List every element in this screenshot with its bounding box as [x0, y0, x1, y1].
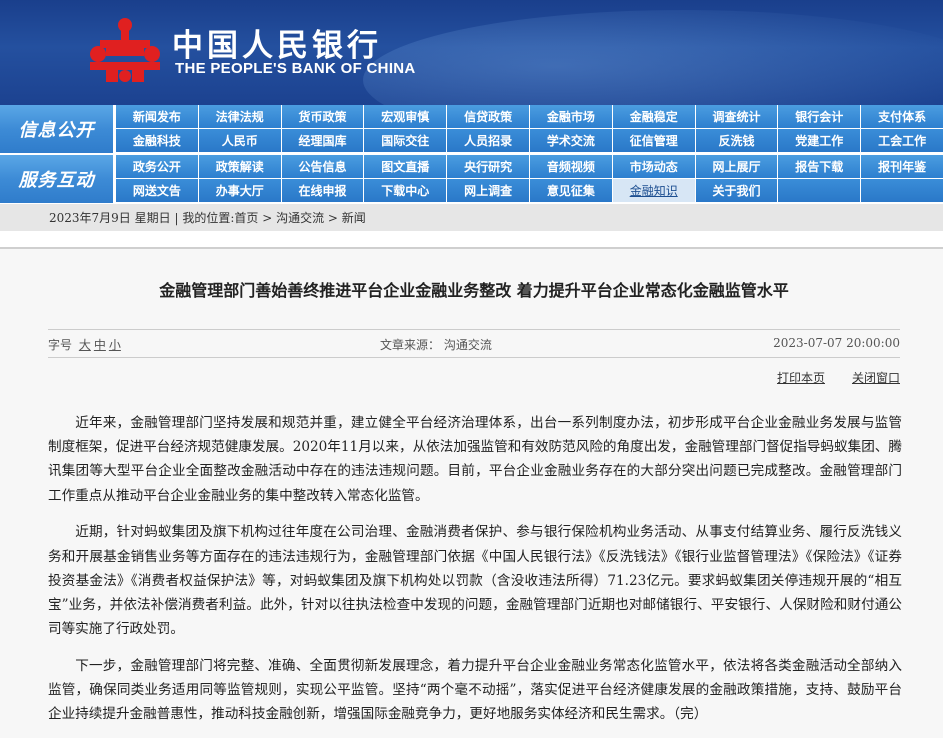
article-title: 金融管理部门善始善终推进平台企业金融业务整改 着力提升平台企业常态化金融监管水平 [159, 281, 789, 300]
logo-chinese-name: 中国人民银行 [172, 28, 382, 64]
print-page-link[interactable]: 打印本页 [777, 369, 825, 386]
nav-item[interactable]: 政策解读 [197, 155, 281, 179]
nav-item[interactable]: 办事大厅 [197, 179, 281, 203]
pboc-logo-icon[interactable] [86, 16, 164, 86]
nav-item[interactable]: 银行会计 [777, 105, 861, 129]
location-label: 我的位置: [182, 211, 235, 225]
header-decoration [363, 10, 943, 105]
nav-item[interactable]: 市场动态 [611, 155, 695, 179]
nav-item[interactable]: 调查统计 [694, 105, 778, 129]
nav-item-empty [860, 179, 943, 203]
font-size-label: 字号 [48, 338, 73, 352]
breadcrumb-separator: > [262, 211, 277, 225]
nav-item[interactable]: 支付体系 [860, 105, 943, 129]
nav-item[interactable]: 经理国库 [280, 129, 364, 153]
nav-section-info: 信息公开 新闻发布 法律法规 货币政策 宏观审慎 信贷政策 金融市场 金融稳定 调查统计 银行会… [0, 105, 943, 153]
font-size-large-link[interactable]: 大 [79, 338, 91, 352]
nav-item[interactable]: 人员招录 [446, 129, 529, 153]
nav-item[interactable]: 图文直播 [363, 155, 447, 179]
nav-item[interactable]: 公告信息 [280, 155, 364, 179]
nav-item[interactable]: 学术交流 [529, 129, 612, 153]
article-container: 金融管理部门善始善终推进平台企业金融业务整改 着力提升平台企业常态化金融监管水平… [0, 249, 943, 738]
font-size-small-link[interactable]: 小 [109, 338, 121, 352]
nav-item[interactable]: 反洗钱 [694, 129, 778, 153]
article-body: 近年来，金融管理部门坚持发展和规范并重，建立健全平台经济治理体系，出台一系列制度… [48, 411, 902, 739]
breadcrumb-communication[interactable]: 沟通交流 [276, 211, 324, 225]
nav-item[interactable]: 网上调查 [446, 179, 529, 203]
nav-item[interactable]: 网上展厅 [694, 155, 778, 179]
nav-item[interactable]: 新闻发布 [115, 105, 198, 129]
breadcrumb-separator: > [327, 211, 342, 225]
nav-item[interactable]: 工会工作 [860, 129, 943, 153]
nav-item[interactable]: 关于我们 [694, 179, 778, 203]
nav-section-title[interactable]: 服务互动 [0, 155, 113, 203]
article-source: 文章来源： 沟通交流 [380, 338, 492, 352]
nav-item[interactable]: 宏观审慎 [363, 105, 447, 129]
nav-item[interactable]: 报告下载 [777, 155, 861, 179]
nav-item[interactable]: 征信管理 [611, 129, 695, 153]
nav-item[interactable]: 国际交往 [363, 129, 447, 153]
nav-item[interactable]: 网送文告 [115, 179, 198, 203]
nav-item-empty [777, 179, 861, 203]
article-paragraph: 下一步，金融管理部门将完整、准确、全面贯彻新发展理念，着力提升平台企业金融业务常… [48, 657, 902, 723]
nav-item[interactable]: 报刊年鉴 [860, 155, 943, 179]
close-window-link[interactable]: 关闭窗口 [852, 369, 900, 386]
nav-section-title[interactable]: 信息公开 [0, 105, 113, 153]
article-paragraph: 近期，针对蚂蚁集团及旗下机构过往年度在公司治理、金融消费者保护、参与银行保险机构… [48, 524, 902, 638]
font-size-control: 字号 大中小 [48, 336, 121, 353]
nav-item[interactable]: 金融科技 [115, 129, 198, 153]
main-navigation: 信息公开 新闻发布 法律法规 货币政策 宏观审慎 信贷政策 金融市场 金融稳定 调查统计 银行会… [0, 105, 943, 203]
nav-section-service: 服务互动 政务公开 政策解读 公告信息 图文直播 央行研究 音频视频 市场动态 网上展厅 报告下… [0, 155, 943, 203]
nav-item[interactable]: 金融知识 [611, 179, 695, 203]
nav-grid: 新闻发布 法律法规 货币政策 宏观审慎 信贷政策 金融市场 金融稳定 调查统计 银行会计 支付体系… [115, 105, 943, 153]
article-tools: 打印本页 关闭窗口 [48, 369, 900, 387]
logo-english-name: THE PEOPLE'S BANK OF CHINA [175, 60, 416, 77]
nav-item[interactable]: 意见征集 [529, 179, 612, 203]
spacer [0, 231, 943, 247]
nav-item[interactable]: 政务公开 [115, 155, 198, 179]
nav-grid: 政务公开 政策解读 公告信息 图文直播 央行研究 音频视频 市场动态 网上展厅 报告下载 报刊年鉴… [115, 155, 943, 203]
article-paragraph: 近年来，金融管理部门坚持发展和规范并重，建立健全平台经济治理体系，出台一系列制度… [48, 415, 902, 504]
nav-item[interactable]: 法律法规 [197, 105, 281, 129]
nav-item[interactable]: 货币政策 [280, 105, 364, 129]
breadcrumb-news[interactable]: 新闻 [342, 211, 366, 225]
font-size-medium-link[interactable]: 中 [94, 338, 106, 352]
nav-item[interactable]: 音频视频 [529, 155, 612, 179]
breadcrumb: 2023年7月9日 星期日 | 我的位置:首页 > 沟通交流 > 新闻 [0, 204, 943, 231]
site-header: 中国人民银行 THE PEOPLE'S BANK OF CHINA [0, 0, 943, 105]
nav-item[interactable]: 党建工作 [777, 129, 861, 153]
nav-item[interactable]: 人民币 [197, 129, 281, 153]
nav-item[interactable]: 金融稳定 [611, 105, 695, 129]
nav-item[interactable]: 下载中心 [363, 179, 447, 203]
article-datetime: 2023-07-07 20:00:00 [773, 336, 900, 350]
nav-item[interactable]: 在线申报 [280, 179, 364, 203]
article-meta: 字号 大中小 文章来源： 沟通交流 2023-07-07 20:00:00 [48, 329, 900, 358]
current-date: 2023年7月9日 星期日 [49, 211, 171, 225]
nav-item[interactable]: 央行研究 [446, 155, 529, 179]
nav-item[interactable]: 金融市场 [529, 105, 612, 129]
nav-item[interactable]: 信贷政策 [446, 105, 529, 129]
breadcrumb-home[interactable]: 首页 [234, 211, 258, 225]
